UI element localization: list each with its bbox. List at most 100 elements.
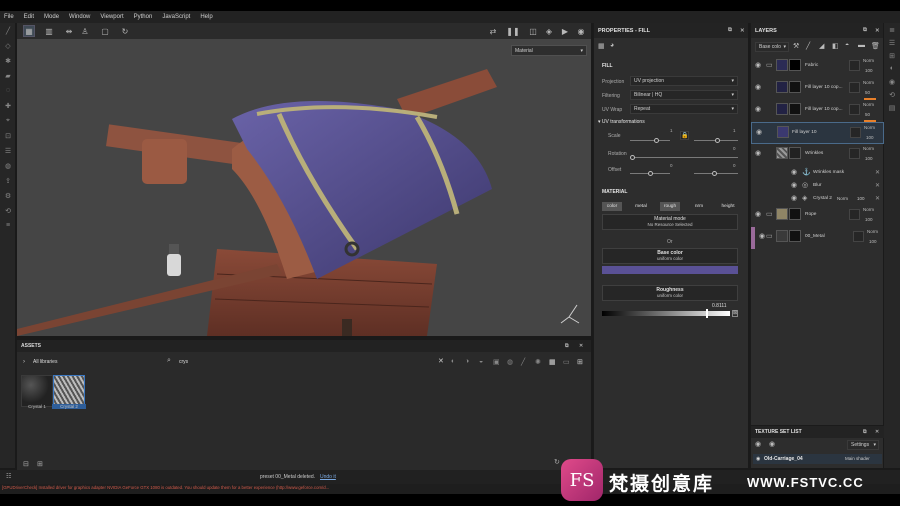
uvwrap-select[interactable]: Repeat ▾	[630, 104, 738, 114]
filter-brush-icon[interactable]: ╱	[521, 358, 525, 366]
shader-settings-icon[interactable]: ◉	[884, 75, 900, 88]
layer-row[interactable]: ◉ Fill layer 10 cop... Norm 50	[751, 100, 884, 122]
layer-blend-mode[interactable]: Norm	[863, 58, 874, 63]
polygon-fill-icon[interactable]: ▰	[0, 68, 16, 83]
visibility-eye-icon[interactable]: ◉	[791, 182, 799, 190]
material-view-select[interactable]: Material ▾	[511, 45, 587, 56]
base-color-box[interactable]: Base color uniform color	[602, 248, 738, 264]
asset-thumb-crystal-2[interactable]	[53, 375, 85, 407]
channel-select[interactable]: Base colo ▾	[755, 42, 789, 52]
folder-row[interactable]: ◉ ▭ Rope Norm 100	[751, 205, 884, 227]
layer-opacity[interactable]: 100	[869, 239, 877, 244]
clone-icon[interactable]: ✚	[0, 98, 16, 113]
offset-slider-knob-2[interactable]	[712, 171, 717, 176]
import-icon[interactable]: ⊞	[37, 460, 43, 468]
paint-brush-icon[interactable]: ╱	[0, 23, 16, 38]
eraser-icon[interactable]: ◇	[0, 38, 16, 53]
material-mode-box[interactable]: Material mode No Resource Selected	[602, 214, 738, 230]
add-mask-icon[interactable]: ◧	[832, 42, 839, 50]
layer-blend-mode[interactable]: Norm	[863, 207, 874, 212]
visibility-eye-icon[interactable]: ◉	[755, 211, 763, 219]
filtering-select[interactable]: Bilinear | HQ ▾	[630, 90, 738, 100]
asset-thumb-crystal-1[interactable]	[21, 375, 53, 407]
assets-search-input[interactable]: crys	[179, 359, 188, 365]
layer-opacity[interactable]: 100	[865, 68, 873, 73]
visibility-eye-icon[interactable]: ◉	[755, 84, 763, 92]
channel-nrm[interactable]: nrm	[689, 202, 709, 211]
roughness-slider-knob[interactable]	[705, 309, 708, 318]
properties-panel-icon[interactable]: ☰	[884, 36, 900, 49]
history-icon[interactable]: ⟲	[884, 88, 900, 101]
menu-help[interactable]: Help	[200, 14, 212, 20]
layer-blend-mode[interactable]: Norm	[863, 80, 874, 85]
layout-icon[interactable]: ▥	[43, 25, 55, 37]
history-icon[interactable]: ⟲	[0, 203, 16, 218]
person-icon[interactable]: ♙	[79, 25, 91, 37]
settings-icon[interactable]: ⚙	[0, 188, 16, 203]
add-fill-layer-icon[interactable]: ◢	[819, 42, 824, 50]
layer-row-selected[interactable]: ◉ Fill layer 10 Norm 100	[751, 122, 884, 144]
pause-icon[interactable]: ❚❚	[506, 25, 519, 37]
filter-smart-material-icon[interactable]: ◑	[465, 358, 469, 365]
undo-link[interactable]: Undo it	[320, 474, 336, 480]
effect-blend-mode[interactable]: Norm	[837, 196, 848, 201]
remove-icon[interactable]: ✕	[875, 169, 880, 176]
layer-blend-mode[interactable]: Norm	[867, 229, 878, 234]
library-select[interactable]: All libraries	[33, 359, 57, 365]
camera-icon[interactable]: ◫	[527, 25, 539, 37]
chevron-right-icon[interactable]: ›	[23, 359, 25, 365]
layer-blend-mode[interactable]: Norm	[863, 146, 874, 151]
smudge-icon[interactable]: ◌	[0, 83, 16, 98]
menu-file[interactable]: File	[4, 14, 14, 20]
channel-color[interactable]: color	[602, 202, 622, 211]
filter-all-icon[interactable]: ▦	[549, 358, 556, 366]
clear-search-icon[interactable]: ✕	[438, 357, 444, 365]
display-icon[interactable]: ◐	[884, 62, 900, 75]
menu-python[interactable]: Python	[134, 14, 153, 20]
close-icon[interactable]: ✕	[875, 28, 880, 34]
float-icon[interactable]: ⧉	[565, 343, 569, 349]
texture-set-icon[interactable]: ⊞	[884, 49, 900, 62]
display-settings-icon[interactable]: ☰	[0, 143, 16, 158]
effect-row[interactable]: ◉ ◈ Crystal 2 Norm 100 ✕	[751, 192, 884, 205]
menu-viewport[interactable]: Viewport	[100, 14, 123, 20]
channel-height[interactable]: height	[716, 202, 740, 211]
symmetry-icon[interactable]: ⇹	[63, 25, 75, 37]
delete-layer-icon[interactable]: 🗑	[871, 42, 880, 50]
layer-blend-mode[interactable]: Norm	[863, 102, 874, 107]
texture-set-filter-icon[interactable]: ◉	[755, 440, 761, 448]
filter-particle-icon[interactable]: ✺	[535, 358, 541, 366]
log-icon[interactable]: ▤	[884, 101, 900, 114]
add-effect-icon[interactable]: ⚒	[793, 42, 799, 50]
export-icon[interactable]: ⇪	[0, 173, 16, 188]
3d-viewport[interactable]	[17, 39, 591, 336]
rotation-slider-knob[interactable]	[630, 155, 635, 160]
uv-transform-section[interactable]: ▾ UV transformations	[598, 119, 645, 125]
close-icon[interactable]: ✕	[579, 343, 583, 349]
menu-window[interactable]: Window	[69, 14, 90, 20]
scale-slider-knob[interactable]	[654, 138, 659, 143]
filter-texture-icon[interactable]: ▣	[493, 358, 500, 366]
screenshot-icon[interactable]: ◉	[575, 25, 587, 37]
remove-icon[interactable]: ✕	[875, 195, 880, 202]
layer-opacity[interactable]: 100	[865, 217, 873, 222]
channel-metal[interactable]: metal	[631, 202, 651, 211]
offset-slider-knob[interactable]	[648, 171, 653, 176]
bake-icon[interactable]: ⊡	[0, 128, 16, 143]
resolution-icon[interactable]: ⇄	[487, 25, 499, 37]
video-icon[interactable]: ▶	[559, 25, 571, 37]
add-folder-icon[interactable]: ▬	[858, 42, 865, 49]
layer-opacity[interactable]: 50	[865, 112, 870, 117]
effect-row[interactable]: ◉ ◎ Blur ✕	[751, 179, 884, 192]
scale-slider-knob-2[interactable]	[715, 138, 720, 143]
visibility-eye-icon[interactable]: ◉	[755, 150, 763, 158]
log-icon[interactable]: ≡	[0, 218, 16, 233]
close-icon[interactable]: ✕	[875, 429, 879, 435]
layer-row[interactable]: ◉ Wrinkles Norm 100	[751, 144, 884, 166]
texture-set-settings-select[interactable]: Settings ▾	[847, 440, 879, 450]
float-icon[interactable]: ⧉	[728, 27, 732, 34]
remove-icon[interactable]: ✕	[875, 182, 880, 189]
fill-tab-icon[interactable]: ▦	[598, 42, 605, 50]
menu-mode[interactable]: Mode	[44, 14, 59, 20]
filter-env-icon[interactable]: ▭	[563, 358, 570, 366]
